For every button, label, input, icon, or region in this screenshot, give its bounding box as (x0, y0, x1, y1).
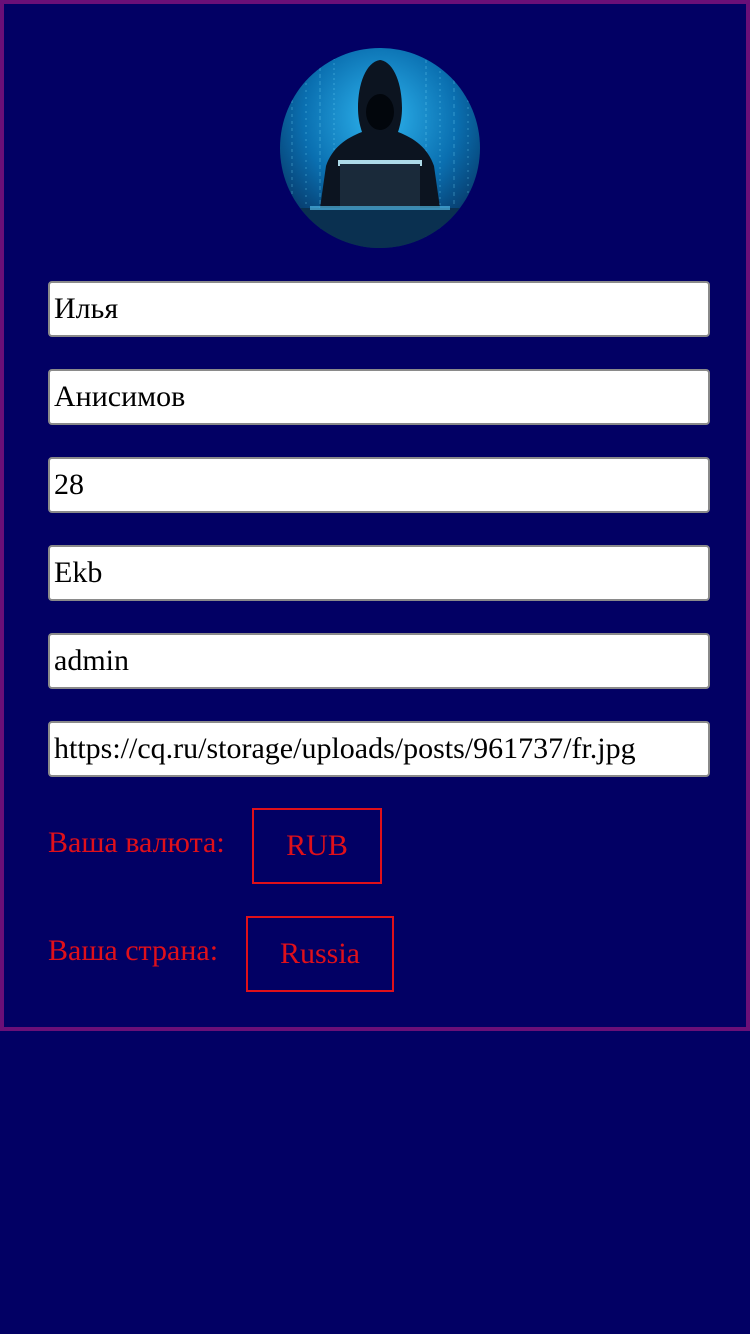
country-select[interactable]: Russia (246, 916, 394, 992)
currency-select[interactable]: RUB (252, 808, 382, 884)
currency-value: RUB (286, 829, 348, 862)
last-name-field[interactable] (48, 369, 710, 425)
avatar (280, 48, 480, 248)
first-name-field[interactable] (48, 281, 710, 337)
hacker-avatar-image (280, 48, 480, 248)
currency-label: Ваша валюта: (48, 826, 225, 859)
avatar-url-field[interactable] (48, 721, 710, 777)
country-value: Russia (279, 937, 360, 970)
city-field[interactable] (48, 545, 710, 601)
country-label: Ваша страна: (48, 934, 219, 967)
profile-card: Ваша валюта: RUB Ваша страна: Russia (0, 0, 750, 1031)
role-field[interactable] (48, 633, 710, 689)
age-field[interactable] (48, 457, 710, 513)
